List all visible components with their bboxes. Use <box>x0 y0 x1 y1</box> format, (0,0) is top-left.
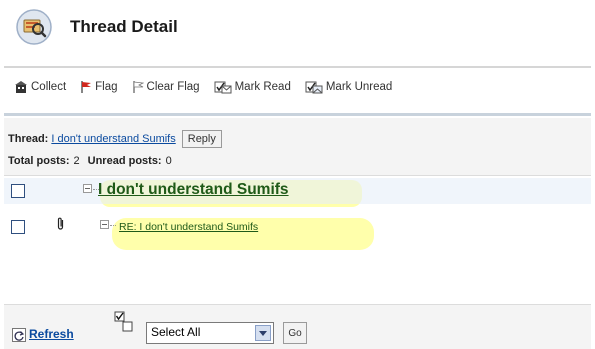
reply-button[interactable]: Reply <box>181 130 222 148</box>
total-posts-label: Total posts: <box>8 155 70 167</box>
unread-posts-value: 0 <box>165 155 172 167</box>
mark-unread-icon <box>305 81 323 94</box>
clear-flag-button[interactable]: Clear Flag <box>132 80 200 94</box>
mark-unread-label: Mark Unread <box>325 81 393 93</box>
collect-label: Collect <box>31 81 67 93</box>
flag-icon <box>81 81 92 93</box>
thread-title-link[interactable]: I don't understand Sumifs <box>51 133 175 145</box>
footer-bar: Refresh Select All Go <box>4 305 591 349</box>
page-title: Thread Detail <box>70 17 178 36</box>
thread-magnifier-icon <box>14 7 54 47</box>
clear-flag-label: Clear Flag <box>146 81 200 93</box>
thread-info-panel: Thread: I don't understand Sumifs Reply … <box>4 118 591 176</box>
mark-read-icon <box>214 81 232 94</box>
collect-icon <box>15 81 27 93</box>
message-title-link[interactable]: I don't understand Sumifs <box>98 181 289 199</box>
flag-label: Flag <box>95 81 118 93</box>
chevron-down-icon[interactable] <box>255 325 271 341</box>
mark-unread-button[interactable]: Mark Unread <box>305 80 392 94</box>
paperclip-icon <box>57 217 65 236</box>
tree-collapse-icon[interactable] <box>83 184 92 193</box>
unread-posts-label: Unread posts: <box>87 155 162 167</box>
select-value: Select All <box>151 325 201 339</box>
message-list: I don't understand Sumifs RE: I don't un… <box>4 178 591 306</box>
collect-button[interactable]: Collect <box>14 80 66 94</box>
mark-read-button[interactable]: Mark Read <box>214 80 291 94</box>
refresh-icon[interactable] <box>12 328 26 342</box>
header-divider <box>4 66 591 68</box>
tree-connector <box>110 225 116 226</box>
multi-select-icon <box>114 311 136 340</box>
message-row[interactable]: RE: I don't understand Sumifs <box>4 214 591 240</box>
clear-flag-icon <box>132 81 144 93</box>
go-button[interactable]: Go <box>283 322 307 344</box>
flag-button[interactable]: Flag <box>80 80 118 94</box>
tree-collapse-icon[interactable] <box>100 220 109 229</box>
mark-read-label: Mark Read <box>234 81 291 93</box>
thread-label: Thread: <box>8 133 49 145</box>
message-checkbox[interactable] <box>11 184 25 198</box>
message-checkbox[interactable] <box>11 220 25 234</box>
refresh-link[interactable]: Refresh <box>29 327 74 341</box>
select-all-dropdown[interactable]: Select All <box>146 322 274 344</box>
toolbar-divider <box>4 113 591 116</box>
message-row[interactable]: I don't understand Sumifs <box>4 178 591 204</box>
total-posts-value: 2 <box>73 155 80 167</box>
toolbar: Collect Flag Clear Flag Mark Read Mark U… <box>14 76 406 98</box>
page-header: Thread Detail <box>14 6 178 48</box>
message-title-link[interactable]: RE: I don't understand Sumifs <box>119 221 258 233</box>
